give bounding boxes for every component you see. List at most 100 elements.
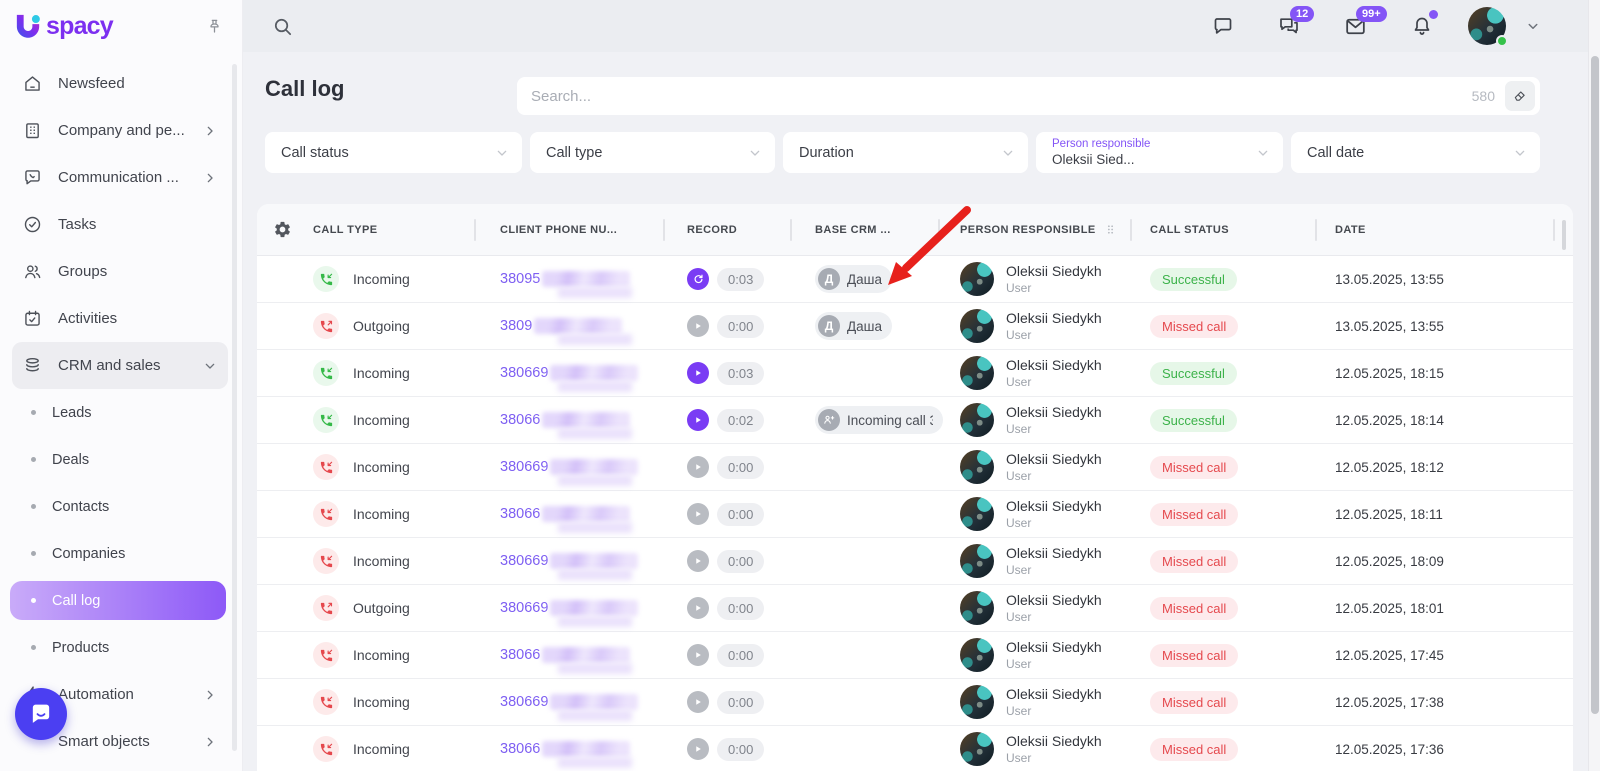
support-chat-button[interactable] bbox=[15, 688, 67, 740]
search-input[interactable] bbox=[531, 88, 1472, 105]
sidebar-scrollbar[interactable] bbox=[232, 64, 237, 751]
pin-sidebar-icon[interactable] bbox=[205, 17, 224, 36]
column-header-label: PERSON RESPONSIBLE bbox=[960, 224, 1096, 236]
sidebar-item-deals[interactable]: Deals bbox=[0, 436, 228, 483]
date-cell: 12.05.2025, 18:09 bbox=[1335, 554, 1573, 569]
mail-icon[interactable]: 99+ bbox=[1343, 14, 1368, 39]
table-row: Outgoing 3809 0:00 Д Даша Oleksii Siedyk… bbox=[257, 303, 1573, 350]
sidebar-item-newsfeed[interactable]: Newsfeed bbox=[0, 60, 228, 107]
client-phone-link[interactable]: 380669 bbox=[500, 553, 687, 569]
play-record-icon[interactable] bbox=[687, 503, 709, 525]
table-row: Incoming 38066 0:00 Oleksii Siedykh User… bbox=[257, 632, 1573, 679]
sidebar-item-leads[interactable]: Leads bbox=[0, 389, 228, 436]
client-phone-link[interactable]: 380669 bbox=[500, 600, 687, 616]
status-badge: Missed call bbox=[1150, 691, 1238, 714]
bullet-icon bbox=[31, 645, 36, 650]
play-record-icon[interactable] bbox=[687, 550, 709, 572]
sidebar-item-companies[interactable]: Companies bbox=[0, 530, 228, 577]
drag-handle-icon[interactable] bbox=[1104, 223, 1117, 236]
comments-icon[interactable] bbox=[1211, 14, 1235, 38]
crm-entity-tag[interactable]: Incoming call 38. bbox=[815, 406, 943, 434]
column-header-client-phone-nu[interactable]: CLIENT PHONE NU... bbox=[500, 224, 687, 236]
filter-call-date[interactable]: Call date bbox=[1291, 132, 1540, 173]
column-header-call-status[interactable]: CALL STATUS bbox=[1150, 224, 1335, 236]
client-phone-link[interactable]: 380669 bbox=[500, 365, 687, 381]
global-search-icon[interactable] bbox=[271, 15, 294, 38]
phone-cell: 380669 bbox=[500, 553, 687, 569]
user-avatar[interactable] bbox=[1468, 7, 1506, 45]
table-scrollbar-thumb[interactable] bbox=[1562, 220, 1566, 250]
clear-filters-button[interactable] bbox=[1505, 81, 1535, 111]
filter-duration[interactable]: Duration bbox=[783, 132, 1028, 173]
person-wrap: Oleksii Siedykh User bbox=[1006, 357, 1102, 389]
status-badge: Missed call bbox=[1150, 644, 1238, 667]
play-record-icon[interactable] bbox=[687, 362, 709, 384]
sidebar-item-company-and-pe[interactable]: Company and pe... bbox=[0, 107, 228, 154]
person-role: User bbox=[1006, 563, 1102, 577]
play-record-icon[interactable] bbox=[687, 315, 709, 337]
sidebar-item-communication[interactable]: Communication ... bbox=[0, 154, 228, 201]
column-header-call-type[interactable]: CALL TYPE bbox=[313, 224, 500, 236]
filter-call-type[interactable]: Call type bbox=[530, 132, 775, 173]
person-wrap: Oleksii Siedykh User bbox=[1006, 545, 1102, 577]
column-header-person-responsible[interactable]: PERSON RESPONSIBLE bbox=[960, 223, 1150, 236]
client-phone-link[interactable]: 38066 bbox=[500, 506, 687, 522]
record-duration: 0:00 bbox=[717, 456, 764, 479]
sidebar-item-label: Automation bbox=[58, 686, 134, 703]
chevron-right-icon bbox=[202, 123, 218, 139]
redacted-phone-blur bbox=[542, 412, 630, 428]
play-record-icon[interactable] bbox=[687, 738, 709, 760]
sidebar-item-tasks[interactable]: Tasks bbox=[0, 201, 228, 248]
profile-chevron-down-icon[interactable] bbox=[1524, 17, 1542, 35]
play-record-icon[interactable] bbox=[687, 644, 709, 666]
column-header-label: DATE bbox=[1335, 224, 1366, 236]
client-phone-link[interactable]: 38095 bbox=[500, 271, 687, 287]
chevron-down-icon bbox=[747, 145, 763, 161]
eraser-icon bbox=[1512, 88, 1528, 104]
sidebar-item-activities[interactable]: Activities bbox=[0, 295, 228, 342]
replay-record-icon[interactable] bbox=[687, 268, 709, 290]
scrollbar-thumb[interactable] bbox=[1591, 56, 1599, 714]
table-row: Incoming 380669 0:00 Oleksii Siedykh Use… bbox=[257, 679, 1573, 726]
messenger-icon[interactable]: 12 bbox=[1277, 14, 1301, 38]
client-phone-link[interactable]: 3809 bbox=[500, 318, 687, 334]
client-phone-link[interactable]: 38066 bbox=[500, 741, 687, 757]
client-phone-link[interactable]: 38066 bbox=[500, 412, 687, 428]
filter-person-responsible[interactable]: Person responsible Oleksii Sied... bbox=[1036, 132, 1283, 173]
table-settings-gear-icon[interactable] bbox=[273, 220, 313, 239]
crm-entity-tag[interactable]: Д Даша bbox=[815, 265, 892, 293]
messenger-badge: 12 bbox=[1290, 6, 1314, 22]
call-status-cell: Missed call bbox=[1150, 738, 1335, 761]
crm-entity-tag[interactable]: Д Даша bbox=[815, 312, 892, 340]
results-count: 580 bbox=[1472, 88, 1495, 104]
person-role: User bbox=[1006, 657, 1102, 671]
bullet-icon bbox=[31, 504, 36, 509]
sidebar-item-crm-and-sales[interactable]: CRM and sales bbox=[12, 342, 228, 389]
phone-cell: 38066 bbox=[500, 412, 687, 428]
column-header-date[interactable]: DATE bbox=[1335, 224, 1573, 236]
play-record-icon[interactable] bbox=[687, 691, 709, 713]
sidebar-item-label: Company and pe... bbox=[58, 122, 185, 139]
column-header-record[interactable]: RECORD bbox=[687, 224, 815, 236]
column-divider bbox=[1130, 219, 1132, 241]
person-responsible-cell: Oleksii Siedykh User bbox=[960, 309, 1150, 343]
play-record-icon[interactable] bbox=[687, 409, 709, 431]
record-cell: 0:00 bbox=[687, 503, 815, 526]
phone-cell: 3809 bbox=[500, 318, 687, 334]
sidebar-item-call-log[interactable]: Call log bbox=[10, 581, 226, 620]
notifications-bell-icon[interactable] bbox=[1410, 14, 1434, 38]
sidebar-item-contacts[interactable]: Contacts bbox=[0, 483, 228, 530]
sidebar-item-products[interactable]: Products bbox=[0, 624, 228, 671]
client-phone-link[interactable]: 380669 bbox=[500, 459, 687, 475]
play-record-icon[interactable] bbox=[687, 597, 709, 619]
table-row: Incoming 380669 0:00 Oleksii Siedykh Use… bbox=[257, 538, 1573, 585]
sidebar-item-groups[interactable]: Groups bbox=[0, 248, 228, 295]
uspacy-logo[interactable]: spacy bbox=[12, 10, 113, 43]
filter-call-status[interactable]: Call status bbox=[265, 132, 522, 173]
redacted-phone-blur bbox=[542, 271, 630, 287]
client-phone-link[interactable]: 38066 bbox=[500, 647, 687, 663]
play-record-icon[interactable] bbox=[687, 456, 709, 478]
phone-cell: 380669 bbox=[500, 694, 687, 710]
page-title: Call log bbox=[265, 76, 344, 102]
client-phone-link[interactable]: 380669 bbox=[500, 694, 687, 710]
